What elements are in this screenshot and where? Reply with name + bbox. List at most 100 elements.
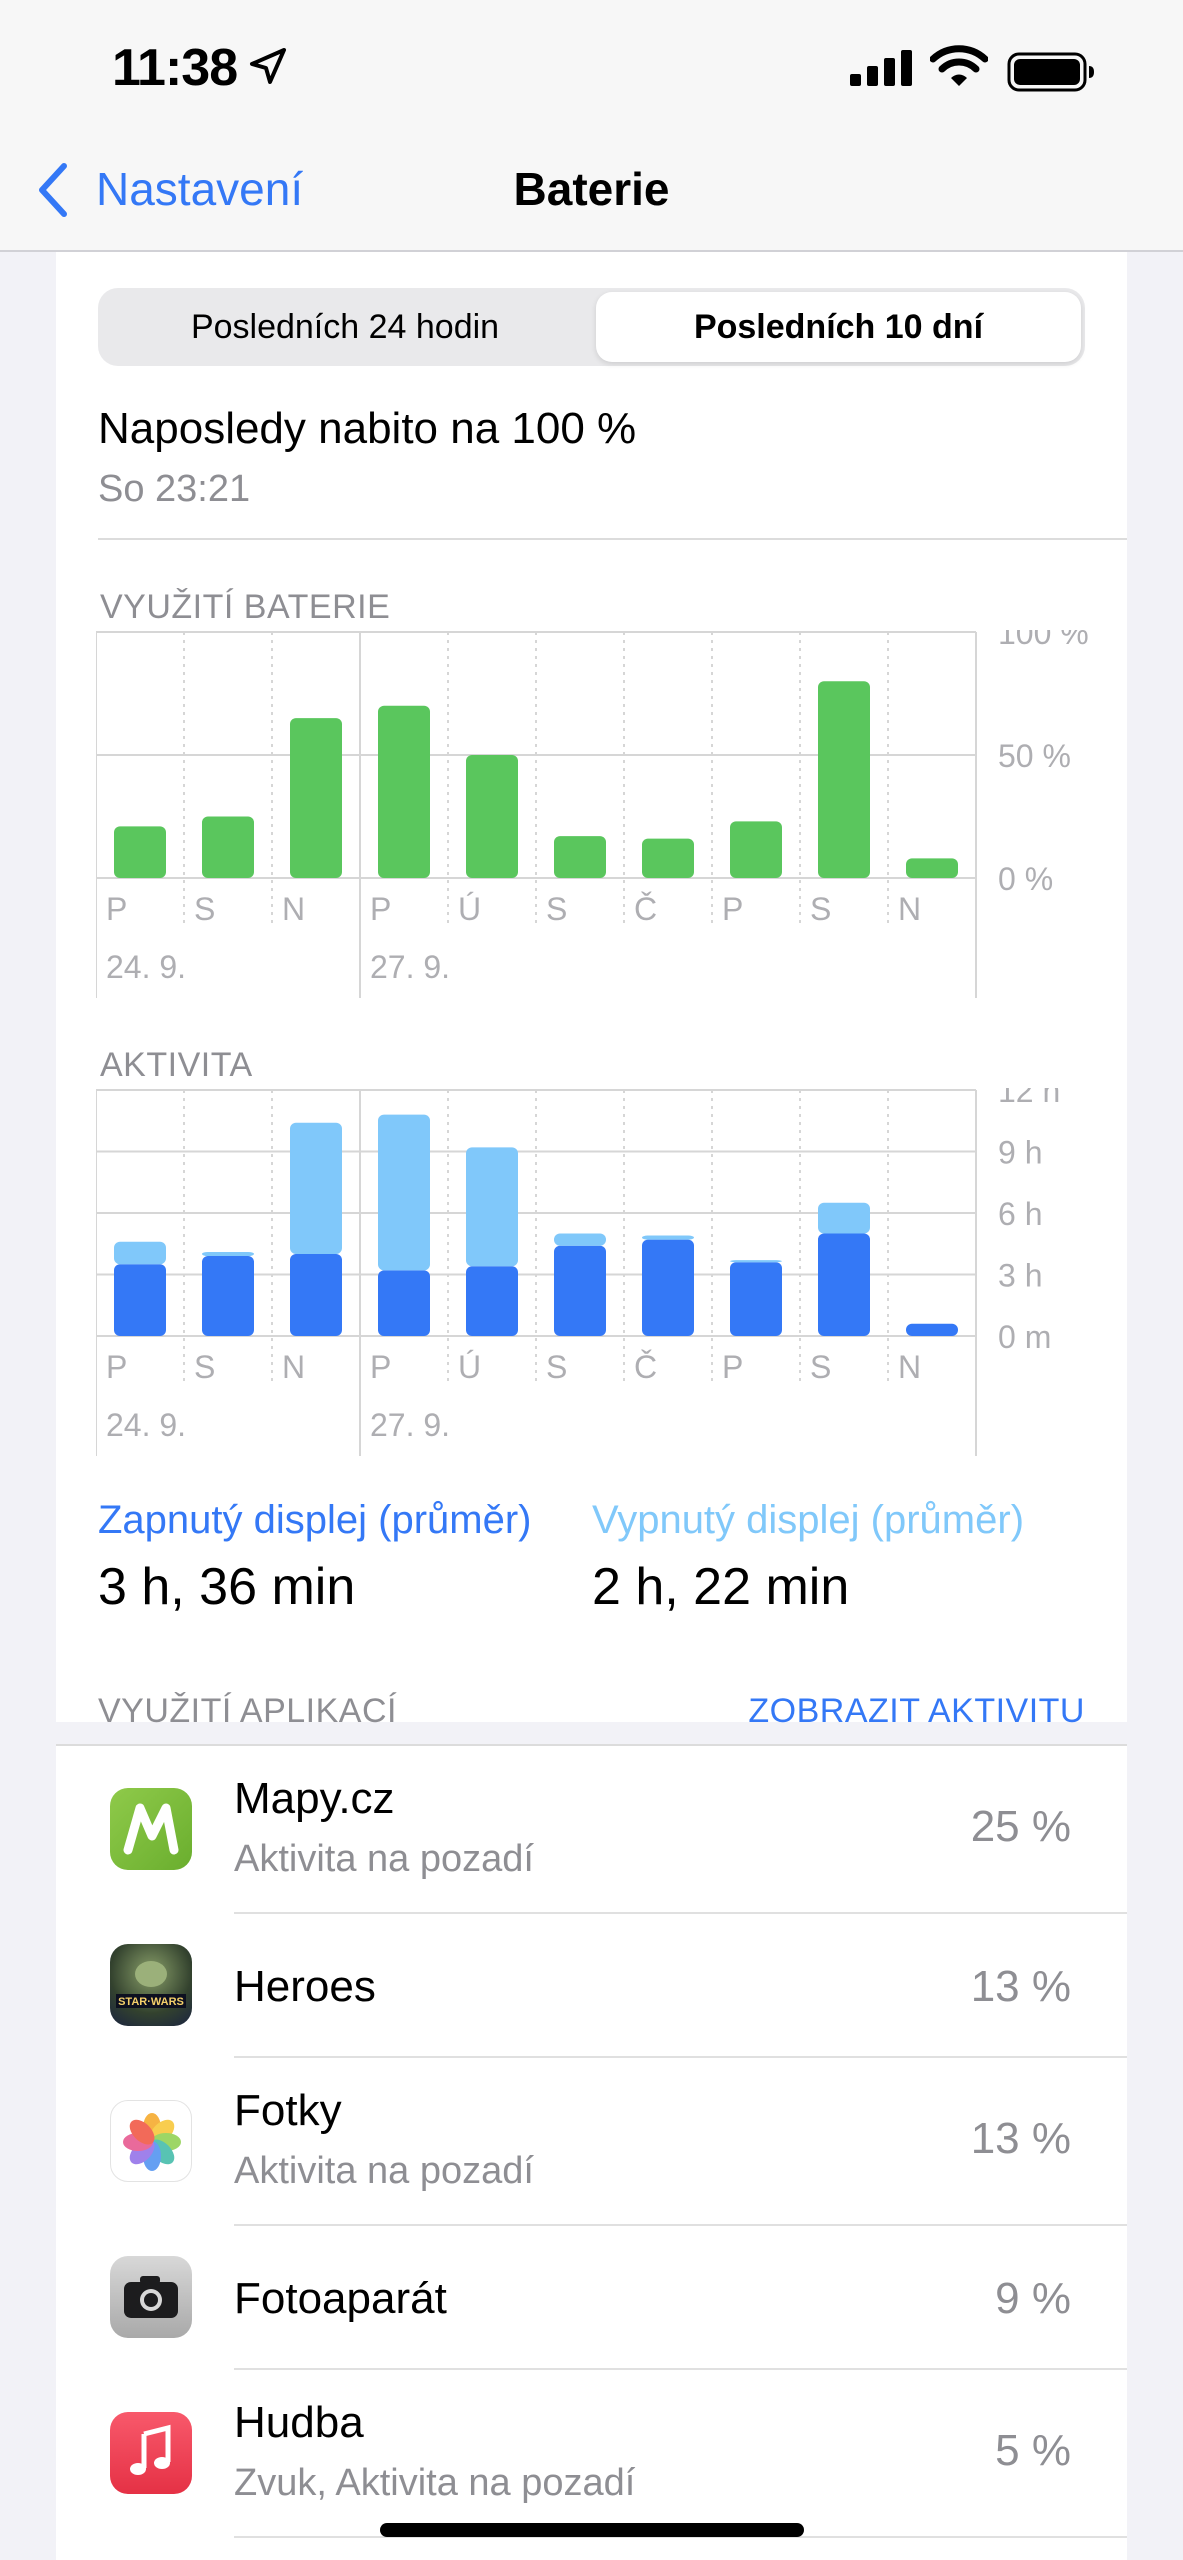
photos-icon (110, 2100, 192, 2182)
wifi-icon (930, 45, 988, 86)
x-tick-label: Ú (458, 1349, 481, 1385)
app-percent: 5 % (995, 2426, 1071, 2475)
activity-bar (202, 1251, 254, 1257)
camera-icon (110, 2256, 192, 2338)
status-bar: 11:38 (0, 0, 1183, 140)
battery-bar (642, 838, 694, 878)
app-usage-label: VYUŽITÍ APLIKACÍ (98, 1692, 397, 1730)
app-row-hudba[interactable]: Hudba Zvuk, Aktivita na pozadí 5 % (56, 2370, 1127, 2538)
screen-off-value: 2 h, 22 min (592, 1558, 850, 1616)
activity-bar (818, 1233, 870, 1336)
x-tick-label: N (282, 891, 305, 927)
activity-bar (466, 1147, 518, 1267)
y-tick-label: 0 m (998, 1319, 1051, 1355)
battery-bar (730, 821, 782, 878)
activity-bar (730, 1262, 782, 1336)
battery-bar (290, 718, 342, 878)
battery-bar (378, 705, 430, 878)
activity-bar (202, 1256, 254, 1336)
x-tick-label: S (810, 1349, 831, 1385)
x-tick-label: N (898, 891, 921, 927)
x-tick-label: Č (634, 1349, 657, 1385)
x-tick-label: N (898, 1349, 921, 1385)
date-label: 24. 9. (106, 949, 186, 985)
activity-bar (642, 1239, 694, 1336)
x-tick-label: P (722, 1349, 743, 1385)
activity-bar (554, 1245, 606, 1336)
activity-bar (730, 1260, 782, 1263)
y-tick-label: 0 % (998, 861, 1053, 897)
x-tick-label: P (370, 891, 391, 927)
battery-usage-label: VYUŽITÍ BATERIE (100, 588, 391, 626)
app-row-mapy-cz[interactable]: Mapy.cz Aktivita na pozadí 25 % (56, 1746, 1127, 1914)
app-percent: 9 % (995, 2274, 1071, 2323)
activity-bar (114, 1241, 166, 1265)
y-tick-label: 9 h (998, 1135, 1042, 1171)
show-activity-button[interactable]: ZOBRAZIT AKTIVITU (748, 1692, 1085, 1731)
battery-bar (466, 755, 518, 878)
home-indicator[interactable] (380, 2523, 804, 2537)
activity-bar (378, 1114, 430, 1271)
screen-on-value: 3 h, 36 min (98, 1558, 356, 1616)
app-name: Fotky (234, 2086, 342, 2135)
star-wars-heroes-icon: STAR·WARS (110, 1944, 192, 2026)
y-tick-label: 100 % (998, 630, 1089, 651)
activity-bar (554, 1233, 606, 1246)
battery-bar (114, 826, 166, 878)
x-tick-label: Č (634, 891, 657, 927)
app-name: Mapy.cz (234, 1774, 395, 1823)
app-name: Heroes (234, 1962, 376, 2011)
battery-bar (818, 681, 870, 878)
app-row-fotky[interactable]: Fotky Aktivita na pozadí 13 % (56, 2058, 1127, 2226)
screen-off-label: Vypnutý displej (průměr) (592, 1498, 1025, 1542)
date-label: 27. 9. (370, 949, 450, 985)
x-tick-label: S (194, 891, 215, 927)
activity-bar (378, 1270, 430, 1336)
y-tick-label: 6 h (998, 1196, 1042, 1232)
status-time: 11:38 (112, 39, 238, 97)
x-tick-label: Ú (458, 891, 481, 927)
last-charged-title: Naposledy nabito na 100 % (98, 404, 637, 453)
battery-usage-chart[interactable]: 100 % 50 % 0 % P S N P Ú S Č P S N 24. 9. 27. 9. (96, 630, 1116, 1000)
y-tick-label: 50 % (998, 738, 1071, 774)
x-tick-label: S (194, 1349, 215, 1385)
period-segmented-control: Posledních 24 hodin Posledních 10 dní (98, 288, 1085, 366)
segment-last-24-hours[interactable]: Posledních 24 hodin (102, 292, 588, 362)
svg-text:STAR·WARS: STAR·WARS (118, 1996, 184, 2008)
activity-label: AKTIVITA (100, 1046, 253, 1084)
x-tick-label: S (810, 891, 831, 927)
date-label: 27. 9. (370, 1407, 450, 1443)
x-tick-label: P (370, 1349, 391, 1385)
app-percent: 25 % (970, 1802, 1071, 1851)
navigation-bar: Nastavení Baterie (0, 140, 1183, 252)
x-tick-label: S (546, 1349, 567, 1385)
cellular-signal-icon (850, 50, 912, 86)
battery-bar (554, 836, 606, 878)
app-percent: 13 % (970, 2114, 1071, 2163)
app-subtitle: Zvuk, Aktivita na pozadí (234, 2462, 636, 2504)
x-tick-label: P (722, 891, 743, 927)
activity-bar (290, 1122, 342, 1254)
battery-bar (906, 858, 958, 878)
activity-chart[interactable]: 12 h 9 h 6 h 3 h 0 m P S N P Ú S Č P S N 24. 9. 27. 9. (96, 1088, 1116, 1458)
battery-bar (202, 816, 254, 878)
last-charged-time: So 23:21 (98, 468, 251, 510)
x-tick-label: N (282, 1349, 305, 1385)
music-icon (110, 2412, 192, 2494)
segment-last-10-days[interactable]: Posledních 10 dní (596, 292, 1081, 362)
x-tick-label: P (106, 891, 127, 927)
divider (98, 538, 1127, 540)
x-tick-label: S (546, 891, 567, 927)
date-label: 24. 9. (106, 1407, 186, 1443)
battery-icon (1007, 52, 1094, 92)
activity-bar (466, 1266, 518, 1336)
activity-bar (642, 1235, 694, 1240)
app-row-fotoaparat[interactable]: Fotoaparát 9 % (56, 2226, 1127, 2370)
app-row-heroes[interactable]: STAR·WARS Heroes 13 % (56, 1914, 1127, 2058)
x-tick-label: P (106, 1349, 127, 1385)
app-subtitle: Aktivita na pozadí (234, 1838, 534, 1880)
activity-bar (818, 1202, 870, 1234)
screen-off-average: Vypnutý displej (průměr) 2 h, 22 min (592, 1498, 1024, 1617)
app-subtitle: Aktivita na pozadí (234, 2150, 534, 2192)
page-title: Baterie (513, 163, 670, 215)
